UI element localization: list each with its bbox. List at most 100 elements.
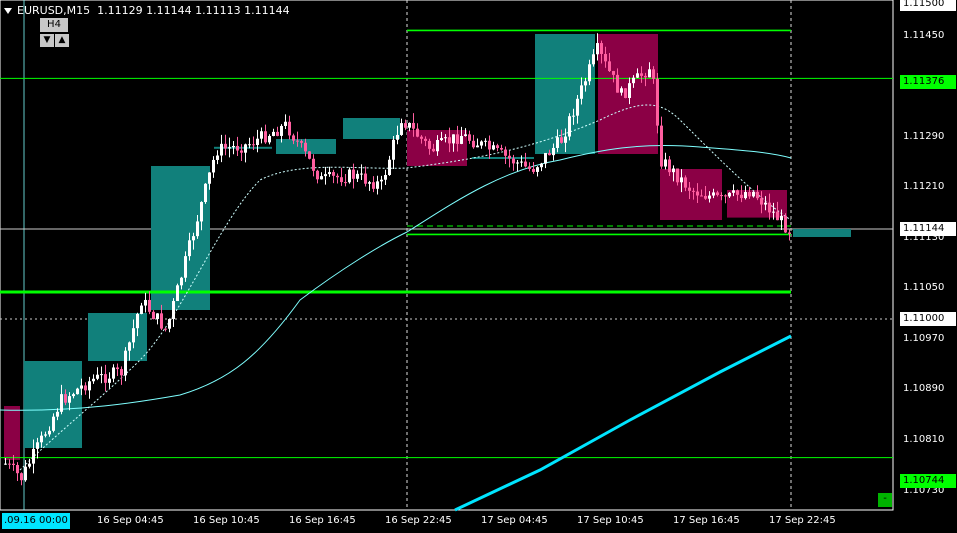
price-tag-box: 1.11000 [900, 312, 956, 326]
m15-candle-body [560, 137, 563, 143]
m15-candle-body [208, 172, 211, 184]
m15-candle-body [288, 121, 291, 136]
m15-candle-body [684, 177, 687, 188]
m15-candle-body [296, 140, 299, 142]
m15-candle-body [416, 128, 419, 137]
m15-candle-body [164, 328, 167, 330]
m15-candle-body [60, 394, 63, 412]
timeframe-h4-label[interactable]: H4 [40, 18, 68, 32]
m15-candle-body [256, 138, 259, 146]
m15-candle-body [260, 131, 263, 139]
m15-candle-body [292, 135, 295, 141]
m15-candle-body [384, 175, 387, 180]
m15-candle-body [512, 158, 515, 164]
m15-candle-body [776, 211, 779, 221]
m15-candle-body [176, 285, 179, 302]
price-chart[interactable] [0, 0, 957, 533]
current-h4-candle [793, 229, 851, 237]
m15-candle-body [720, 195, 723, 197]
price-tag-plain: 1.11130 [903, 232, 945, 243]
m15-candle-body [204, 183, 207, 203]
m15-candle-body [620, 88, 623, 93]
m15-candle-body [556, 137, 559, 148]
chart-header: EURUSD,M15 1.11129 1.11144 1.11113 1.111… [4, 4, 290, 17]
moving-average-long [454, 334, 792, 512]
price-axis-label: 1.10890 [903, 383, 945, 394]
m15-candle-body [268, 135, 271, 143]
m15-candle-body [200, 202, 203, 222]
time-axis-label: 17 Sep 10:45 [577, 515, 644, 526]
m15-candle-body [32, 448, 35, 464]
m15-candle-body [264, 131, 267, 143]
m15-candle-body [104, 374, 107, 383]
m15-candle-body [396, 134, 399, 140]
m15-candle-body [140, 305, 143, 314]
timeframe-label: M15 [66, 4, 91, 17]
m15-candle-body [220, 143, 223, 156]
m15-candle-body [332, 172, 335, 176]
m15-candle-body [472, 140, 475, 148]
m15-candle-body [524, 161, 527, 167]
m15-candle-body [180, 277, 183, 286]
m15-candle-body [168, 319, 171, 329]
m15-candle-body [324, 174, 327, 177]
m15-candle-body [336, 175, 339, 178]
m15-candle-body [108, 378, 111, 383]
timeframe-selector: H4 ▼ ▲ [38, 18, 70, 48]
price-tag-green: 1.11376 [900, 75, 956, 89]
m15-candle-body [236, 145, 239, 151]
m15-candle-body [436, 140, 439, 152]
m15-candle-body [788, 232, 791, 234]
chart-window[interactable]: EURUSD,M15 1.11129 1.11144 1.11113 1.111… [0, 0, 957, 533]
m15-candle-body [564, 136, 567, 143]
m15-candle-body [12, 463, 15, 465]
m15-candle-body [716, 192, 719, 196]
m15-candle-body [576, 98, 579, 116]
price-axis-label: 1.11210 [903, 181, 945, 192]
symbol-label: EURUSD [17, 4, 64, 17]
m15-candle-body [580, 85, 583, 99]
m15-candle-body [764, 202, 767, 205]
m15-candle-body [316, 170, 319, 180]
m15-candle-body [424, 138, 427, 141]
menu-triangle-icon[interactable] [4, 8, 12, 14]
m15-candle-body [284, 121, 287, 126]
m15-candle-body [608, 61, 611, 72]
m15-candle-body [368, 182, 371, 184]
m15-candle-body [100, 374, 103, 376]
chart-frame [0, 0, 894, 511]
m15-candle-body [456, 134, 459, 144]
m15-candle-body [488, 140, 491, 150]
m15-candle-body [388, 159, 391, 176]
m15-candle-body [356, 173, 359, 179]
m15-candle-body [700, 195, 703, 197]
timeframe-up-button[interactable]: ▲ [55, 34, 69, 47]
m15-candle-body [348, 169, 351, 183]
m15-candle-body [568, 116, 571, 137]
moving-average-fast [19, 104, 792, 471]
time-axis-label: .09.16 00:00 [2, 513, 70, 529]
price-tag-green: 1.10744 [900, 474, 956, 488]
ohlc-values: 1.11129 1.11144 1.11113 1.11144 [97, 4, 290, 17]
m15-candle-body [600, 43, 603, 54]
m15-candle-body [672, 168, 675, 173]
m15-candle-body [228, 147, 231, 149]
m15-candle-body [68, 396, 71, 403]
m15-candle-body [696, 191, 699, 196]
m15-candle-body [36, 442, 39, 449]
time-axis-label: 16 Sep 04:45 [97, 515, 164, 526]
m15-candle-body [320, 176, 323, 180]
m15-candle-body [352, 169, 355, 179]
m15-candle-body [128, 342, 131, 351]
m15-candle-body [440, 138, 443, 141]
m15-candle-body [632, 77, 635, 84]
m15-candle-body [132, 328, 135, 343]
m15-candle-body [596, 43, 599, 55]
timeframe-down-button[interactable]: ▼ [40, 34, 54, 47]
m15-candle-body [76, 388, 79, 395]
m15-candle-body [344, 182, 347, 184]
m15-candle-body [412, 122, 415, 129]
time-axis-label: 17 Sep 22:45 [769, 515, 836, 526]
price-axis-label: 1.10970 [903, 333, 945, 344]
collapse-button[interactable]: - [878, 493, 892, 507]
